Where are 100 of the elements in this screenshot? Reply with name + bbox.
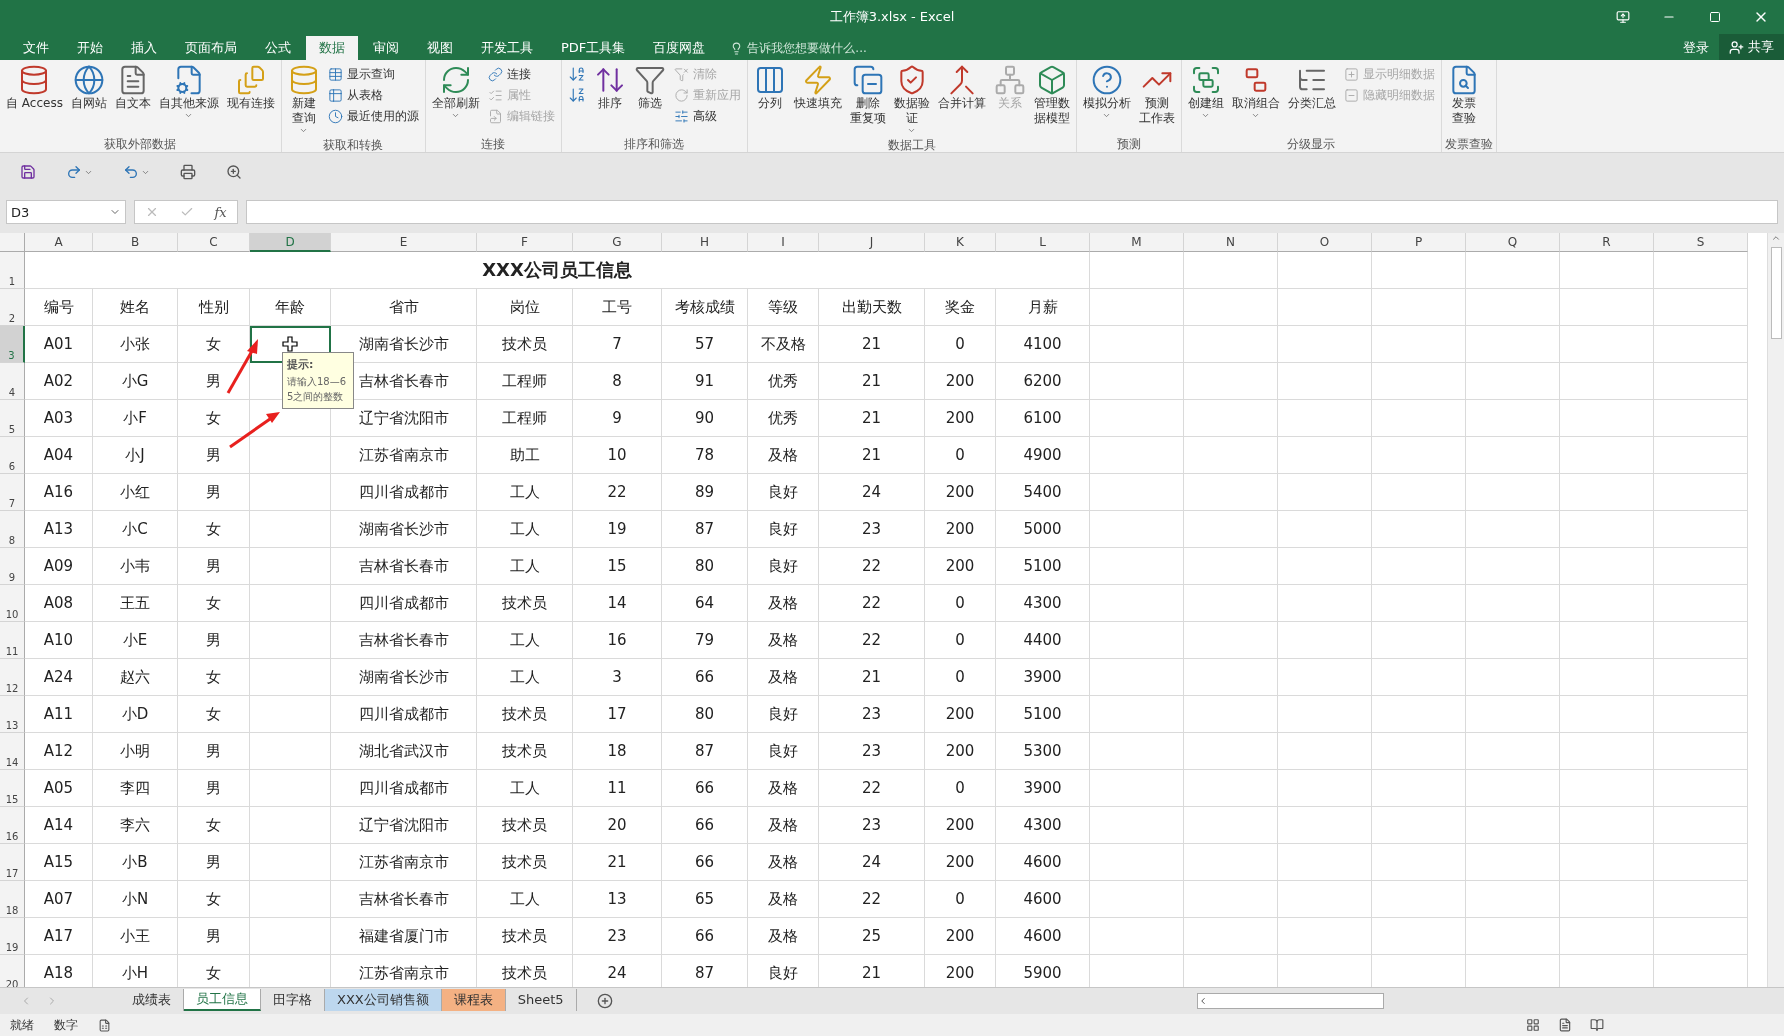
vertical-scrollbar[interactable] xyxy=(1767,233,1784,987)
column-header[interactable]: D xyxy=(250,233,331,252)
ribbon-tab[interactable]: 文件 xyxy=(10,36,62,60)
duplicates-icon xyxy=(851,64,884,96)
ribbon-button[interactable]: 自文本 xyxy=(111,62,154,113)
ribbon-button[interactable]: 预测 工作表 xyxy=(1135,62,1178,128)
row-header[interactable]: 14 xyxy=(0,733,25,770)
ribbon-button[interactable]: 最近使用的源 xyxy=(324,106,422,126)
macro-record-icon[interactable] xyxy=(98,1018,111,1032)
ribbon-button[interactable]: 全部刷新 xyxy=(428,62,483,122)
sheet-tab[interactable]: Sheet5 xyxy=(505,988,577,1011)
ribbon-button[interactable]: 显示查询 xyxy=(324,64,422,84)
ribbon-button[interactable]: 连接 xyxy=(484,64,558,84)
insert-function-button[interactable]: fx xyxy=(214,204,227,220)
column-header[interactable]: B xyxy=(93,233,178,252)
row-header[interactable]: 13 xyxy=(0,696,25,733)
ribbon-tab[interactable]: PDF工具集 xyxy=(548,36,639,60)
column-header[interactable]: O xyxy=(1278,233,1372,252)
horizontal-scrollbar[interactable] xyxy=(1197,993,1384,1009)
ribbon-button[interactable]: 筛选 xyxy=(630,62,669,113)
name-box[interactable]: D3 xyxy=(6,200,126,224)
row-header[interactable]: 19 xyxy=(0,918,25,955)
sheet-tab[interactable]: XXX公司销售额 xyxy=(325,988,442,1011)
sign-in-link[interactable]: 登录 xyxy=(1673,36,1719,60)
row-header[interactable]: 6 xyxy=(0,437,25,474)
ribbon-tab[interactable]: 开发工具 xyxy=(468,36,546,60)
column-header[interactable]: P xyxy=(1372,233,1466,252)
ribbon-button[interactable]: 新建 查询 xyxy=(284,62,323,137)
column-header[interactable]: M xyxy=(1090,233,1184,252)
select-all-corner[interactable] xyxy=(0,233,25,252)
column-header[interactable]: E xyxy=(331,233,477,252)
column-header[interactable]: R xyxy=(1560,233,1654,252)
column-header[interactable]: J xyxy=(819,233,925,252)
ribbon-button[interactable]: 自 Access xyxy=(3,62,66,113)
row-header[interactable]: 1 xyxy=(0,252,25,289)
ribbon-button[interactable]: 分列 xyxy=(750,62,789,113)
row-header[interactable]: 5 xyxy=(0,400,25,437)
column-header[interactable]: G xyxy=(573,233,662,252)
formula-input[interactable] xyxy=(246,200,1778,224)
ribbon-button[interactable]: 管理数 据模型 xyxy=(1030,62,1073,128)
column-header[interactable]: H xyxy=(662,233,748,252)
ribbon-tab[interactable]: 百度网盘 xyxy=(640,36,719,60)
row-header[interactable]: 8 xyxy=(0,511,25,548)
ribbon-button[interactable]: 快速填充 xyxy=(790,62,845,113)
ribbon-tab[interactable]: 公式 xyxy=(252,36,304,60)
tell-me-field[interactable]: 告诉我您想要做什么... xyxy=(747,39,867,57)
print-preview-button[interactable] xyxy=(178,162,198,182)
column-header[interactable]: F xyxy=(477,233,573,252)
ribbon-button[interactable]: 数据验 证 xyxy=(890,62,933,137)
ribbon-tab[interactable]: 开始 xyxy=(64,36,116,60)
column-header[interactable]: A xyxy=(25,233,93,252)
ribbon-button[interactable]: 删除 重复项 xyxy=(846,62,889,128)
column-header[interactable]: L xyxy=(996,233,1090,252)
row-header[interactable]: 9 xyxy=(0,548,25,585)
row-header[interactable]: 7 xyxy=(0,474,25,511)
ribbon-button[interactable]: 高级 xyxy=(670,106,744,126)
ribbon-tab[interactable]: 数据 xyxy=(306,36,358,60)
sheet-tab[interactable]: 员工信息 xyxy=(184,988,261,1011)
scroll-thumb[interactable] xyxy=(1770,247,1782,339)
ribbon-button[interactable]: 创建组 xyxy=(1184,62,1227,122)
page-layout-button[interactable] xyxy=(1558,1018,1572,1032)
row-header[interactable]: 12 xyxy=(0,659,25,696)
column-header[interactable]: S xyxy=(1654,233,1748,252)
normal-view-button[interactable] xyxy=(1526,1018,1540,1032)
ribbon-button[interactable]: 发票 查验 xyxy=(1444,62,1483,128)
ribbon-tab[interactable]: 视图 xyxy=(414,36,466,60)
ribbon-button[interactable]: 模拟分析 xyxy=(1079,62,1134,122)
ribbon-button[interactable]: 排序 xyxy=(590,62,629,113)
row-header[interactable]: 18 xyxy=(0,881,25,918)
ribbon-button[interactable]: 自其他来源 xyxy=(155,62,222,122)
scroll-left-icon[interactable] xyxy=(1198,996,1208,1006)
row-header[interactable]: 10 xyxy=(0,585,25,622)
ribbon-tab[interactable]: 页面布局 xyxy=(172,36,250,60)
row-header[interactable]: 3 xyxy=(0,326,25,363)
column-header[interactable]: K xyxy=(925,233,996,252)
scroll-up-icon[interactable] xyxy=(1771,233,1781,243)
row-header[interactable]: 11 xyxy=(0,622,25,659)
row-header[interactable]: 15 xyxy=(0,770,25,807)
column-header[interactable]: I xyxy=(748,233,819,252)
ribbon-button[interactable]: 取消组合 xyxy=(1228,62,1283,122)
ribbon-button[interactable]: 现有连接 xyxy=(223,62,278,113)
row-header[interactable]: 4 xyxy=(0,363,25,400)
ribbon-tab[interactable]: 审阅 xyxy=(360,36,412,60)
column-header[interactable]: N xyxy=(1184,233,1278,252)
table-cell: 11 xyxy=(573,770,662,807)
page-break-button[interactable] xyxy=(1590,1018,1604,1032)
column-header[interactable]: Q xyxy=(1466,233,1560,252)
ribbon-button[interactable]: 分类汇总 xyxy=(1284,62,1339,113)
ribbon-tab[interactable]: 插入 xyxy=(118,36,170,60)
ribbon-button[interactable]: 合并计算 xyxy=(934,62,989,113)
row-header[interactable]: 16 xyxy=(0,807,25,844)
enter-icon[interactable] xyxy=(179,205,194,219)
row-header[interactable]: 17 xyxy=(0,844,25,881)
ribbon-button[interactable]: 从表格 xyxy=(324,85,422,105)
row-header[interactable]: 2 xyxy=(0,289,25,326)
sheet-tab[interactable]: 课程表 xyxy=(441,988,506,1011)
ribbon-button[interactable]: 自网站 xyxy=(67,62,110,113)
save-button[interactable] xyxy=(18,162,38,182)
column-header[interactable]: C xyxy=(178,233,250,252)
share-button[interactable]: 共享 xyxy=(1719,34,1784,60)
